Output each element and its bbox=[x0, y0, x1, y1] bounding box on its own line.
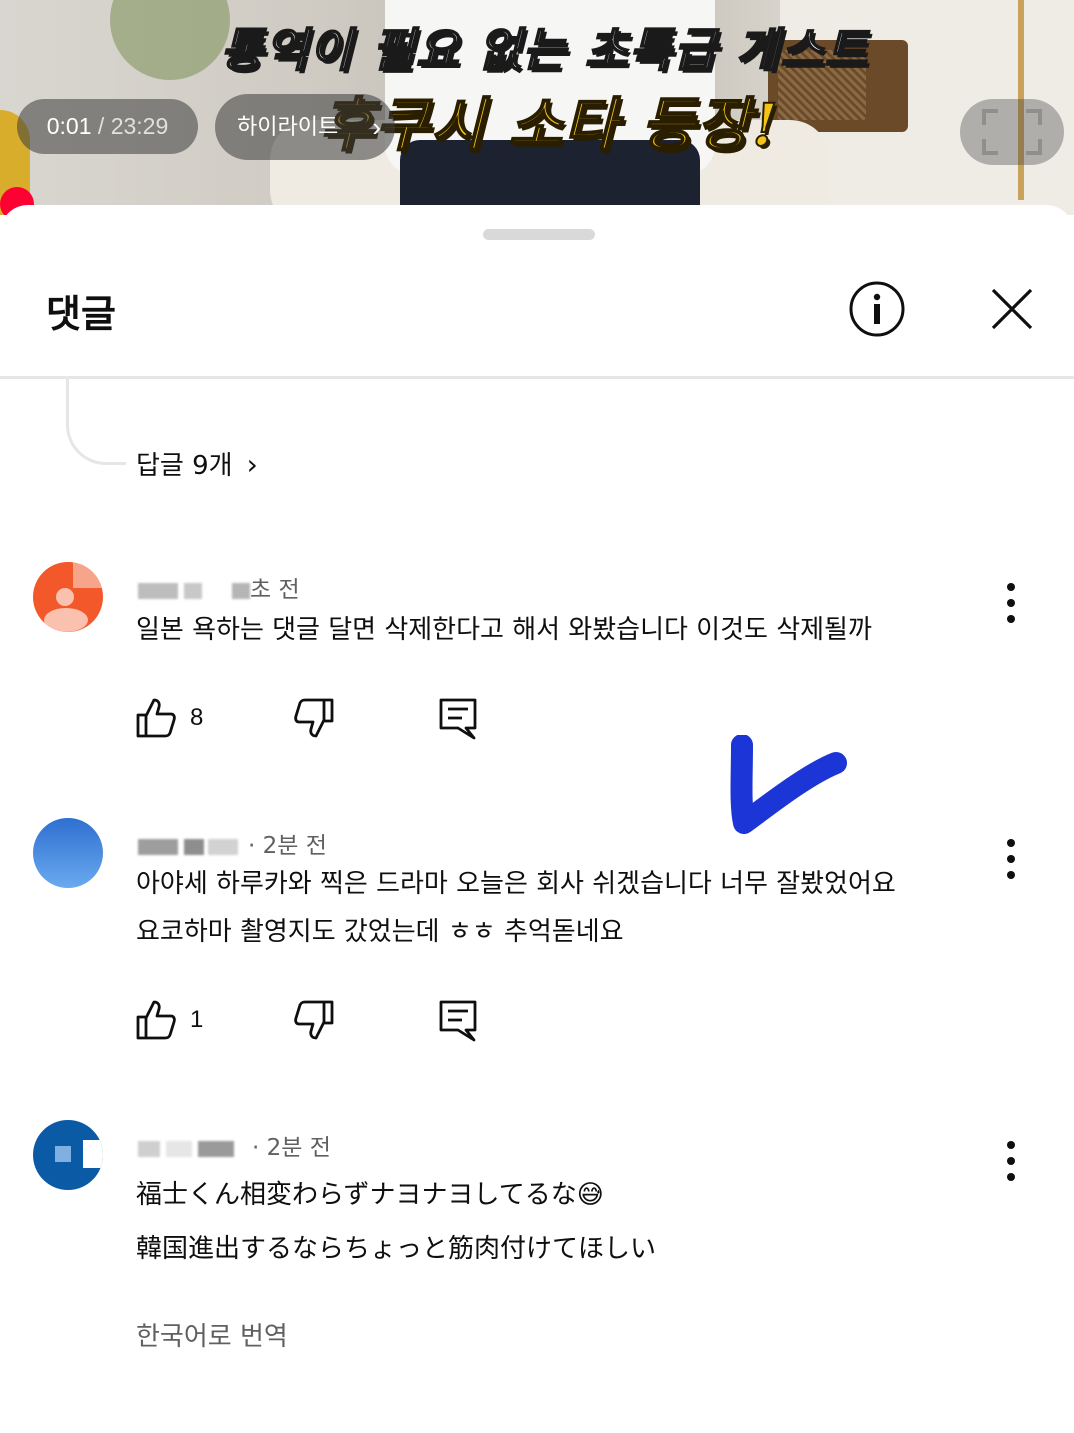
translate-link[interactable]: 한국어로 번역 bbox=[136, 1316, 288, 1353]
author-name-redacted bbox=[184, 582, 202, 599]
thread-connector bbox=[66, 379, 126, 465]
video-player[interactable]: 통역이 필요 없는 초특급 게스트 후쿠시 소타 등장! 0:01 / 23:2… bbox=[0, 0, 1074, 215]
chevron-right-icon: › bbox=[246, 448, 258, 481]
video-caption-line1: 통역이 필요 없는 초특급 게스트 bbox=[220, 22, 870, 78]
fullscreen-icon bbox=[982, 109, 1042, 155]
dislike-button[interactable] bbox=[292, 998, 342, 1046]
sheet-title: 댓글 bbox=[46, 292, 116, 336]
comment-text: 福士くん相変わらずナヨナヨしてるな😅 韓国進出するならちょっと筋肉付けてほしい bbox=[136, 1168, 656, 1276]
comment-meta: 초 전 bbox=[138, 570, 300, 604]
avatar[interactable] bbox=[33, 818, 103, 888]
reply-button[interactable] bbox=[436, 998, 486, 1046]
comment-actions: 8 bbox=[134, 696, 494, 744]
more-options-button[interactable] bbox=[996, 1136, 1026, 1186]
highlight-button[interactable]: 하이라이트 › bbox=[215, 94, 395, 160]
comment-time: · 2분 전 bbox=[252, 1135, 331, 1161]
info-icon bbox=[849, 281, 905, 337]
thumbs-up-icon bbox=[136, 1000, 176, 1040]
highlight-label: 하이라이트 bbox=[237, 114, 339, 139]
more-options-button[interactable] bbox=[996, 834, 1026, 884]
comment-time: · 2분 전 bbox=[248, 833, 327, 859]
chevron-right-icon: › bbox=[372, 112, 381, 142]
more-options-button[interactable] bbox=[996, 578, 1026, 628]
author-name-redacted bbox=[138, 582, 178, 599]
comment-time: 초 전 bbox=[250, 577, 300, 603]
drag-handle[interactable] bbox=[483, 229, 595, 240]
comment-text-line: 아야세 하루카와 찍은 드라마 오늘은 회사 쉬겠습니다 너무 잘봤었어요 bbox=[136, 869, 896, 899]
author-name-redacted bbox=[198, 1140, 234, 1157]
thumbs-down-icon bbox=[294, 1000, 334, 1040]
avatar[interactable] bbox=[33, 1120, 103, 1190]
comment-text-line: 일본 욕하는 댓글 달면 삭제한다고 해서 와봤습니다 이것도 삭제될까 bbox=[136, 615, 872, 645]
author-name-redacted bbox=[138, 1140, 160, 1157]
author-name-redacted bbox=[138, 838, 178, 855]
time-separator: / bbox=[91, 113, 111, 139]
reply-comment-icon bbox=[439, 1000, 477, 1042]
kebab-menu-icon bbox=[1007, 1141, 1015, 1181]
replies-label: 답글 9개 bbox=[136, 451, 233, 481]
comment-text: 아야세 하루카와 찍은 드라마 오늘은 회사 쉬겠습니다 너무 잘봤었어요 요코… bbox=[136, 860, 896, 956]
like-count: 1 bbox=[190, 1006, 204, 1033]
fullscreen-button[interactable] bbox=[960, 99, 1064, 165]
thumbs-down-icon bbox=[294, 698, 334, 738]
time-total: 23:29 bbox=[110, 113, 169, 139]
comment-text: 일본 욕하는 댓글 달면 삭제한다고 해서 와봤습니다 이것도 삭제될까 bbox=[136, 606, 872, 654]
author-name-redacted bbox=[166, 1140, 192, 1157]
author-name-redacted bbox=[184, 838, 204, 855]
comment-text-line: 요코하마 촬영지도 갔었는데 ㅎㅎ 추억돋네요 bbox=[136, 917, 624, 947]
comment-text-line: 韓国進出するならちょっと筋肉付けてほしい bbox=[136, 1234, 657, 1264]
thumbs-up-icon bbox=[136, 698, 176, 738]
avatar[interactable] bbox=[33, 562, 103, 632]
time-current: 0:01 bbox=[46, 113, 92, 139]
like-count: 8 bbox=[190, 704, 204, 731]
author-name-redacted bbox=[208, 838, 238, 855]
close-button[interactable] bbox=[988, 285, 1036, 333]
dislike-button[interactable] bbox=[292, 696, 342, 744]
comment-meta: · 2분 전 bbox=[138, 1128, 331, 1162]
checkmark-annotation bbox=[730, 735, 847, 834]
avatar-image bbox=[33, 818, 103, 888]
reply-button[interactable] bbox=[436, 696, 486, 744]
kebab-menu-icon bbox=[1007, 839, 1015, 879]
avatar-image bbox=[33, 1120, 103, 1190]
close-icon bbox=[991, 288, 1033, 330]
comment-actions: 1 bbox=[134, 998, 494, 1046]
reply-comment-icon bbox=[439, 698, 477, 740]
time-display[interactable]: 0:01 / 23:29 bbox=[17, 99, 198, 154]
view-replies-link[interactable]: 답글 9개 › bbox=[136, 445, 258, 482]
comment-text-line: 福士くん相変わらずナヨナヨしてるな😅 bbox=[136, 1180, 604, 1210]
info-button[interactable] bbox=[848, 280, 906, 338]
author-name-redacted bbox=[232, 582, 250, 599]
kebab-menu-icon bbox=[1007, 583, 1015, 623]
comment-meta: · 2분 전 bbox=[138, 826, 327, 860]
avatar-image bbox=[33, 562, 103, 632]
like-button[interactable]: 1 bbox=[134, 998, 244, 1046]
header-divider bbox=[0, 376, 1074, 379]
like-button[interactable]: 8 bbox=[134, 696, 244, 744]
